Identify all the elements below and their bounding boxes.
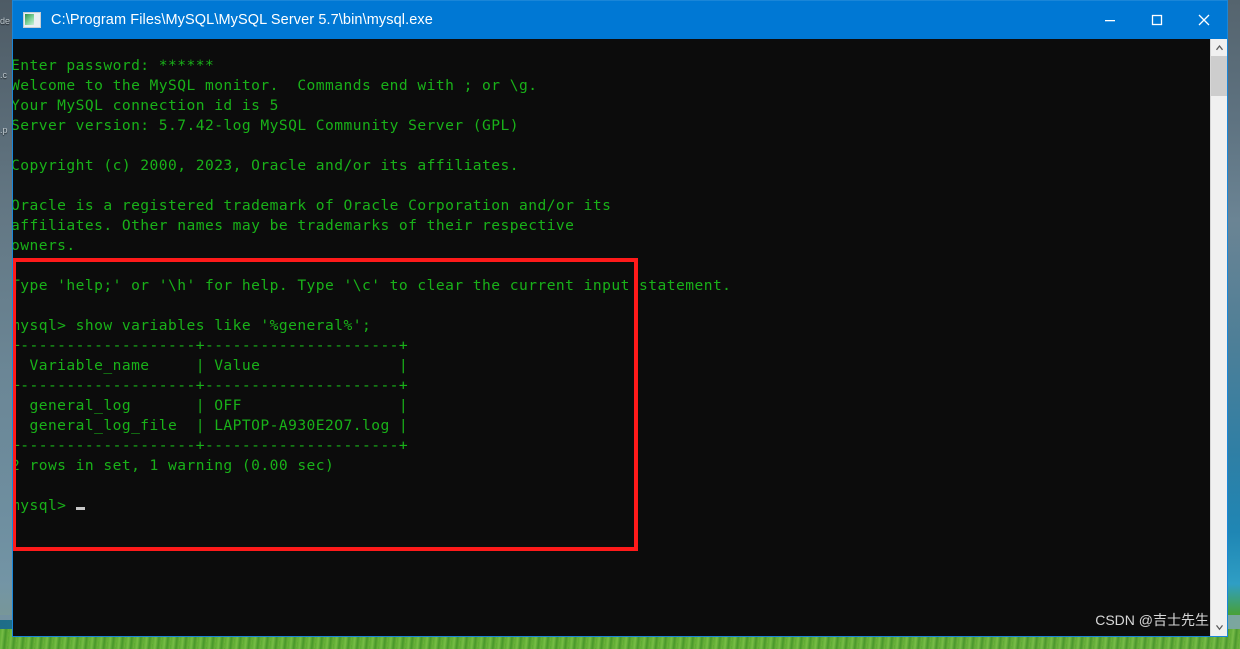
- scroll-up-arrow[interactable]: [1211, 39, 1227, 56]
- scroll-track[interactable]: [1211, 96, 1227, 619]
- scroll-down-arrow[interactable]: [1211, 619, 1227, 636]
- minimize-button[interactable]: [1086, 1, 1133, 39]
- csdn-watermark: CSDN @吉士先生: [1095, 612, 1209, 628]
- console-output: Enter password: ****** Welcome to the My…: [13, 56, 732, 514]
- console-area: Enter password: ****** Welcome to the My…: [13, 39, 1227, 636]
- desktop-icon-label: de: [0, 16, 11, 26]
- maximize-button[interactable]: [1133, 1, 1180, 39]
- terminal-cursor: [75, 506, 85, 510]
- console-app-icon: [23, 12, 41, 28]
- mysql-console-window: C:\Program Files\MySQL\MySQL Server 5.7\…: [12, 0, 1228, 637]
- window-controls: [1086, 1, 1227, 39]
- close-button[interactable]: [1180, 1, 1227, 39]
- console-viewport[interactable]: Enter password: ****** Welcome to the My…: [13, 39, 1210, 636]
- screen-root: de .c .p C:\Program Files\MySQL\MySQL Se…: [0, 0, 1240, 649]
- console-scrollbar[interactable]: [1210, 39, 1227, 636]
- scroll-thumb[interactable]: [1211, 56, 1227, 96]
- window-title: C:\Program Files\MySQL\MySQL Server 5.7\…: [51, 12, 433, 28]
- desktop-icon-label: .c: [0, 70, 8, 80]
- window-titlebar[interactable]: C:\Program Files\MySQL\MySQL Server 5.7\…: [13, 1, 1227, 39]
- desktop-icon-label: .p: [0, 125, 8, 135]
